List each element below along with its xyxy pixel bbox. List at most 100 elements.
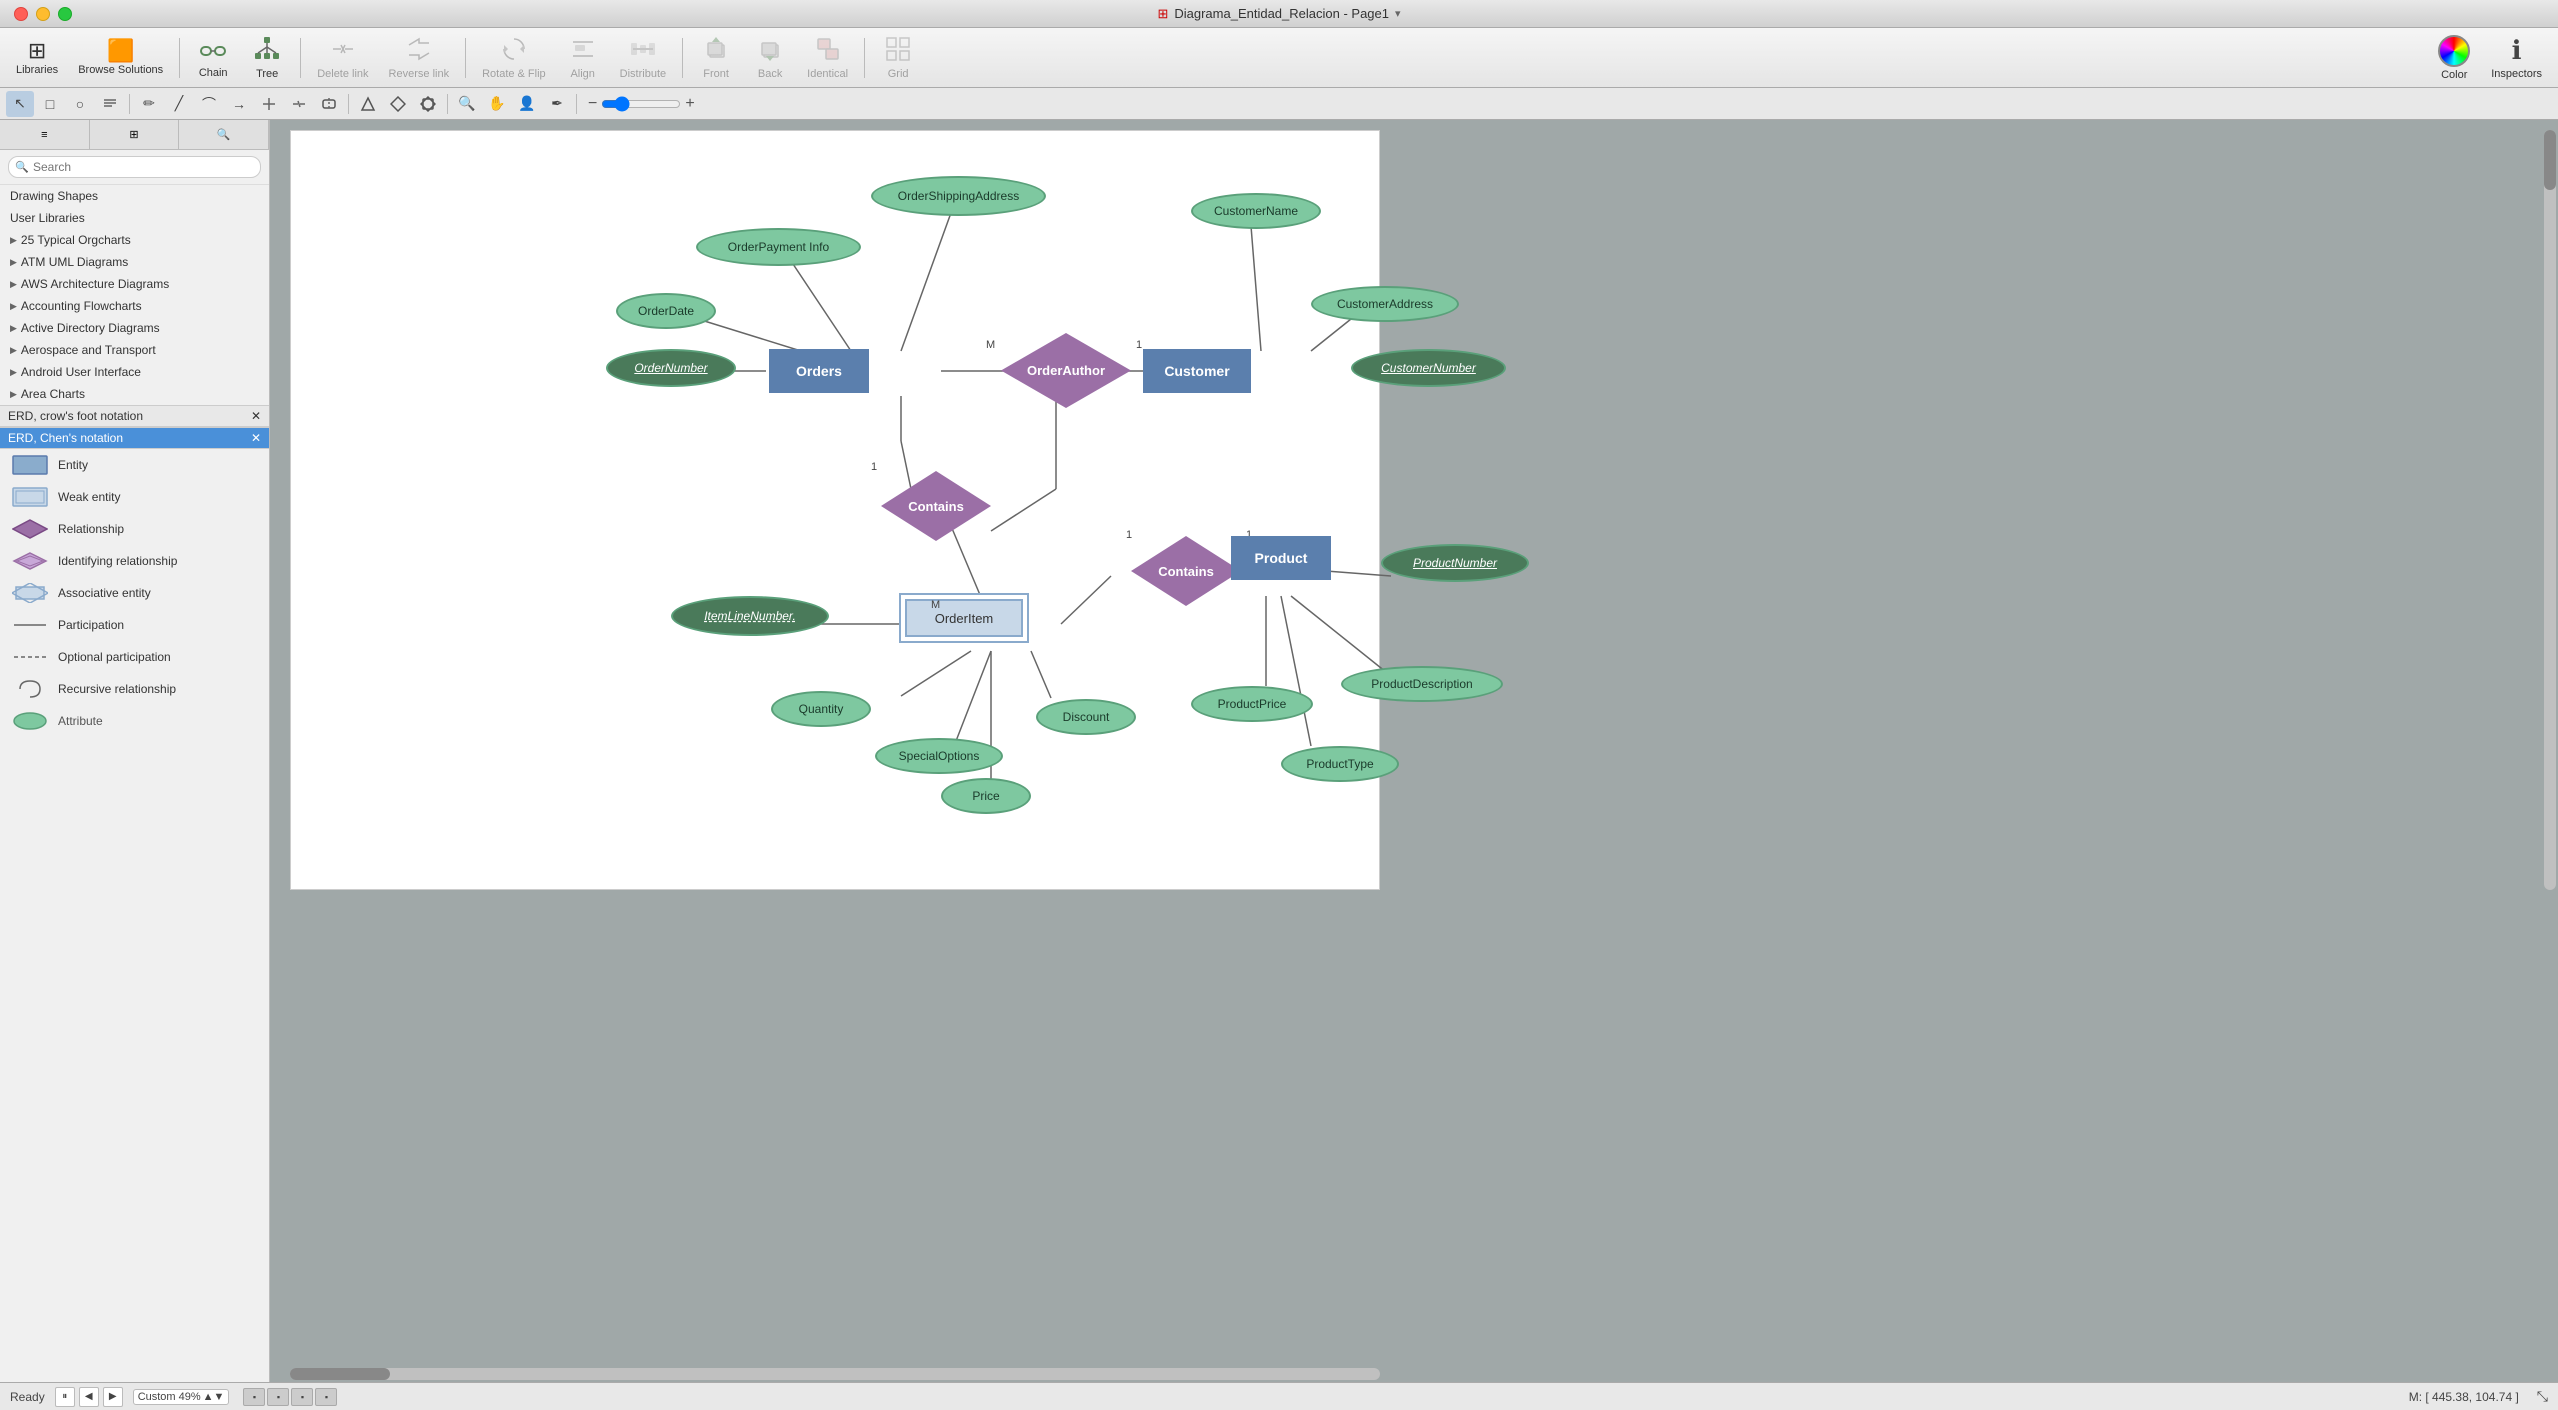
node-order-payment-info[interactable]: OrderPayment Info — [696, 228, 861, 266]
erd-chens-header[interactable]: ERD, Chen's notation ✕ — [0, 427, 269, 449]
node-order-item[interactable]: OrderItem — [899, 593, 1029, 643]
shape-optional-participation[interactable]: Optional participation — [0, 641, 269, 673]
custom2-tool[interactable] — [384, 91, 412, 117]
custom3-tool[interactable] — [414, 91, 442, 117]
node-order-number[interactable]: OrderNumber — [606, 349, 736, 387]
align-button[interactable]: Align — [558, 31, 608, 84]
ellipse-tool[interactable]: ○ — [66, 91, 94, 117]
node-customer-name[interactable]: CustomerName — [1191, 193, 1321, 229]
connector-tool[interactable] — [255, 91, 283, 117]
arrow-tool[interactable]: → — [225, 91, 253, 117]
search-input[interactable] — [8, 156, 261, 178]
zoom-out-icon[interactable]: − — [588, 95, 597, 113]
libraries-button[interactable]: ⊞ Libraries — [8, 36, 66, 80]
node-order-author[interactable]: OrderAuthor — [1001, 333, 1131, 408]
zoom-in-icon[interactable]: + — [685, 95, 694, 113]
reverse-link-button[interactable]: Reverse link — [381, 31, 458, 84]
node-contains2[interactable]: Contains — [1131, 536, 1241, 606]
shape-relationship[interactable]: Relationship — [0, 513, 269, 545]
user-tool[interactable]: 👤 — [513, 91, 541, 117]
page-view-4[interactable]: ▪ — [315, 1388, 337, 1406]
fit-page-button[interactable]: ⤡ — [2537, 1388, 2548, 1405]
sidebar-item-aws[interactable]: ▶ AWS Architecture Diagrams — [0, 273, 269, 295]
page-view-1[interactable]: ▪ — [243, 1388, 265, 1406]
grid-button[interactable]: Grid — [873, 31, 923, 84]
maximize-button[interactable] — [58, 7, 72, 21]
color-button[interactable]: Color — [2429, 31, 2479, 85]
split-tool[interactable] — [285, 91, 313, 117]
node-special-options[interactable]: SpecialOptions — [875, 738, 1003, 774]
front-button[interactable]: Front — [691, 31, 741, 84]
delete-link-button[interactable]: Delete link — [309, 31, 376, 84]
next-page-button[interactable]: ▶ — [103, 1387, 123, 1407]
inspectors-button[interactable]: ℹ Inspectors — [2483, 31, 2550, 85]
erd-crows-foot-header[interactable]: ERD, crow's foot notation ✕ — [0, 405, 269, 427]
text-tool[interactable] — [96, 91, 124, 117]
sidebar-search-tab[interactable]: 🔍 — [179, 120, 269, 149]
diagram-canvas[interactable]: OrderShippingAddress OrderPayment Info C… — [290, 130, 1380, 890]
prev-page-button[interactable]: ◀ — [79, 1387, 99, 1407]
node-customer-number[interactable]: CustomerNumber — [1351, 349, 1506, 387]
vertical-scrollbar[interactable] — [2544, 130, 2556, 890]
sidebar-grid-tab[interactable]: ⊞ — [90, 120, 180, 149]
shape-associative[interactable]: Associative entity — [0, 577, 269, 609]
rotate-flip-button[interactable]: Rotate & Flip — [474, 31, 554, 84]
node-product-number[interactable]: ProductNumber — [1381, 544, 1529, 582]
tree-button[interactable]: Tree — [242, 31, 292, 84]
custom1-tool[interactable] — [354, 91, 382, 117]
node-product-price[interactable]: ProductPrice — [1191, 686, 1313, 722]
curve-tool[interactable]: ⌒ — [195, 91, 223, 117]
distribute-button[interactable]: Distribute — [612, 31, 674, 84]
zoom-magnify-tool[interactable]: 🔍 — [453, 91, 481, 117]
sidebar-item-area-charts[interactable]: ▶ Area Charts — [0, 383, 269, 405]
sidebar-item-user-libraries[interactable]: User Libraries — [0, 207, 269, 229]
minimize-button[interactable] — [36, 7, 50, 21]
pan-tool[interactable]: ✋ — [483, 91, 511, 117]
pause-button[interactable]: ⏸ — [55, 1387, 75, 1407]
sidebar-item-atm-uml[interactable]: ▶ ATM UML Diagrams — [0, 251, 269, 273]
node-discount[interactable]: Discount — [1036, 699, 1136, 735]
back-button[interactable]: Back — [745, 31, 795, 84]
pen-tool[interactable]: ✒ — [543, 91, 571, 117]
sidebar-item-accounting[interactable]: ▶ Accounting Flowcharts — [0, 295, 269, 317]
node-contains1[interactable]: Contains — [881, 471, 991, 541]
shape-weak-entity[interactable]: Weak entity — [0, 481, 269, 513]
sidebar-item-drawing-shapes[interactable]: Drawing Shapes — [0, 185, 269, 207]
page-view-2[interactable]: ▪ — [267, 1388, 289, 1406]
node-quantity[interactable]: Quantity — [771, 691, 871, 727]
erd-chens-close[interactable]: ✕ — [251, 431, 261, 445]
sidebar-list-tab[interactable]: ≡ — [0, 120, 90, 149]
sidebar-item-active-directory[interactable]: ▶ Active Directory Diagrams — [0, 317, 269, 339]
line-tool[interactable]: ╱ — [165, 91, 193, 117]
shape-attribute[interactable]: Attribute — [0, 705, 269, 737]
node-orders[interactable]: Orders — [769, 349, 869, 393]
zoom-dropdown[interactable]: Custom 49% ▲▼ — [133, 1389, 230, 1405]
node-price[interactable]: Price — [941, 778, 1031, 814]
node-product-description[interactable]: ProductDescription — [1341, 666, 1503, 702]
sidebar-item-android[interactable]: ▶ Android User Interface — [0, 361, 269, 383]
zoom-slider[interactable] — [601, 96, 681, 112]
sidebar-item-orgcharts[interactable]: ▶ 25 Typical Orgcharts — [0, 229, 269, 251]
shape-entity[interactable]: Entity — [0, 449, 269, 481]
shape-recursive-rel[interactable]: Recursive relationship — [0, 673, 269, 705]
node-customer-address[interactable]: CustomerAddress — [1311, 286, 1459, 322]
freehand-tool[interactable]: ✏ — [135, 91, 163, 117]
page-view-3[interactable]: ▪ — [291, 1388, 313, 1406]
chain-button[interactable]: Chain — [188, 33, 238, 83]
shape-identifying-rel[interactable]: Identifying relationship — [0, 545, 269, 577]
select-tool[interactable]: ↖ — [6, 91, 34, 117]
horizontal-scrollbar[interactable] — [290, 1368, 1380, 1380]
node-customer[interactable]: Customer — [1143, 349, 1251, 393]
rect-tool[interactable]: □ — [36, 91, 64, 117]
identical-button[interactable]: Identical — [799, 31, 856, 84]
node-product[interactable]: Product — [1231, 536, 1331, 580]
insert-tool[interactable] — [315, 91, 343, 117]
close-button[interactable] — [14, 7, 28, 21]
erd-crows-foot-close[interactable]: ✕ — [251, 409, 261, 423]
shape-participation[interactable]: Participation — [0, 609, 269, 641]
node-order-shipping-address[interactable]: OrderShippingAddress — [871, 176, 1046, 216]
browse-solutions-button[interactable]: 🟧 Browse Solutions — [70, 36, 171, 80]
node-order-date[interactable]: OrderDate — [616, 293, 716, 329]
node-item-line-number[interactable]: ItemLineNumber. — [671, 596, 829, 636]
node-product-type[interactable]: ProductType — [1281, 746, 1399, 782]
